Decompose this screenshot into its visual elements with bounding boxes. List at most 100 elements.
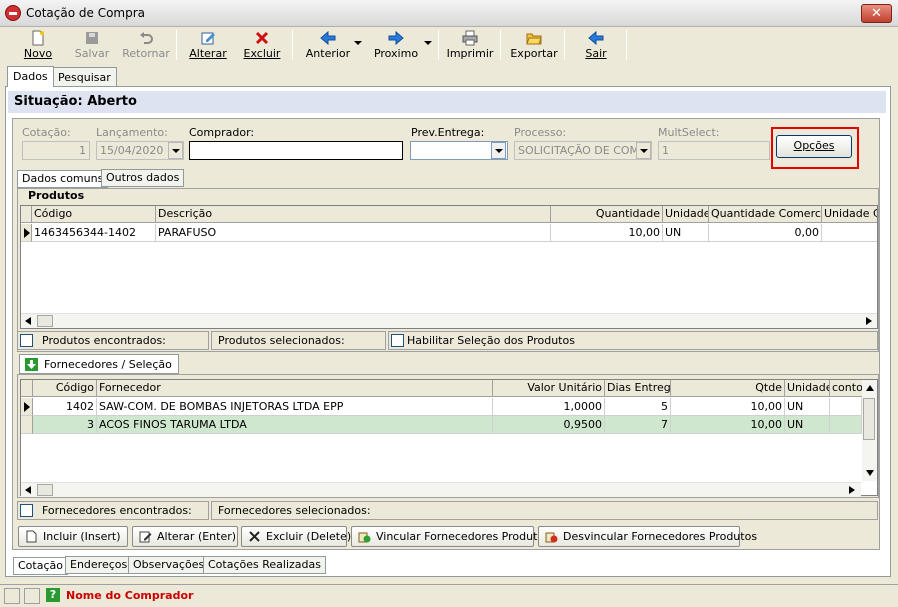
tab-observacoes[interactable]: Observações xyxy=(128,556,210,574)
proximo-dropdown-icon[interactable] xyxy=(424,41,432,45)
table-cell[interactable]: 3 xyxy=(33,416,97,434)
excluir-button[interactable]: Excluir xyxy=(236,28,288,64)
table-cell[interactable]: 1463456344-1402 xyxy=(32,224,156,242)
retornar-button[interactable]: Retornar xyxy=(120,28,172,64)
table-cell[interactable] xyxy=(822,224,877,242)
exportar-label: Exportar xyxy=(510,47,558,60)
tab-cotacoes-realizadas[interactable]: Cotações Realizadas xyxy=(203,556,326,574)
table-cell[interactable]: UN xyxy=(663,224,709,242)
anterior-button[interactable]: Anterior xyxy=(298,28,358,64)
multselect-field[interactable]: 1 xyxy=(658,141,770,160)
col-unidade[interactable]: Unidade xyxy=(785,380,830,397)
table-cell[interactable]: 1,0000 xyxy=(493,398,605,416)
table-cell[interactable]: 5 xyxy=(605,398,671,416)
produtos-title: Produtos xyxy=(28,189,85,202)
proximo-button[interactable]: Proximo xyxy=(366,28,426,64)
tab-fornecedores[interactable]: Fornecedores / Seleção xyxy=(19,354,179,374)
row-indicator xyxy=(21,224,32,242)
scroll-left-icon[interactable] xyxy=(25,317,31,325)
arrow-right-icon xyxy=(388,30,404,46)
table-cell[interactable]: 1402 xyxy=(33,398,97,416)
habilitar-selecao-checkbox[interactable] xyxy=(391,334,404,347)
fornecedores-hscrollbar[interactable] xyxy=(21,482,861,497)
table-cell[interactable]: 10,00 xyxy=(671,416,785,434)
exportar-button[interactable]: Exportar xyxy=(506,28,562,64)
col-codigo[interactable]: Código xyxy=(32,206,156,223)
multselect-label: MultSelect: xyxy=(658,126,720,139)
col-valor-unitario[interactable]: Valor Unitário xyxy=(493,380,605,397)
excluir-action-button[interactable]: Excluir (Delete) xyxy=(241,526,351,547)
col-unidade[interactable]: Unidade xyxy=(663,206,709,223)
tab-dados-comuns[interactable]: Dados comuns xyxy=(17,170,109,188)
scroll-right-icon[interactable] xyxy=(849,486,855,494)
table-cell[interactable] xyxy=(830,398,862,416)
sair-button[interactable]: Sair xyxy=(570,28,622,64)
salvar-button[interactable]: Salvar xyxy=(66,28,118,64)
lancamento-label: Lançamento: xyxy=(96,126,168,139)
arrow-left-icon xyxy=(320,30,336,46)
col-unidade-co[interactable]: Unidade Co xyxy=(822,206,877,223)
fornecedores-vscrollbar[interactable] xyxy=(862,380,877,481)
row-indicator xyxy=(21,398,33,416)
table-cell[interactable]: 0,00 xyxy=(709,224,822,242)
novo-button[interactable]: Novo xyxy=(12,28,64,64)
col-fornecedor[interactable]: Fornecedor xyxy=(97,380,493,397)
scroll-thumb[interactable] xyxy=(37,484,53,496)
produtos-hscrollbar[interactable] xyxy=(21,313,877,328)
comprador-input[interactable] xyxy=(189,141,403,160)
current-row-icon xyxy=(24,228,30,238)
table-cell[interactable]: SAW-COM. DE BOMBAS INJETORAS LTDA EPP xyxy=(97,398,493,416)
table-cell[interactable]: 10,00 xyxy=(671,398,785,416)
table-cell[interactable]: 7 xyxy=(605,416,671,434)
table-cell[interactable]: PARAFUSO xyxy=(156,224,551,242)
excluir-action-label: Excluir (Delete) xyxy=(266,530,352,543)
col-codigo[interactable]: Código xyxy=(33,380,97,397)
scroll-down-icon[interactable] xyxy=(866,470,874,476)
prev-entrega-dropdown-icon[interactable] xyxy=(491,142,506,159)
exit-arrow-icon xyxy=(588,30,604,46)
close-button[interactable]: ✕ xyxy=(861,4,892,23)
alterar-button[interactable]: Alterar xyxy=(182,28,234,64)
alterar-action-button[interactable]: Alterar (Enter) xyxy=(132,526,238,547)
new-document-icon xyxy=(32,30,44,46)
scroll-left-icon[interactable] xyxy=(25,486,31,494)
printer-icon xyxy=(462,30,478,46)
incluir-button[interactable]: Incluir (Insert) xyxy=(18,526,128,547)
tab-pesquisar[interactable]: Pesquisar xyxy=(52,67,117,87)
scroll-up-icon[interactable] xyxy=(866,385,874,391)
status-panel xyxy=(24,588,40,604)
tab-outros-dados[interactable]: Outros dados xyxy=(101,169,185,187)
col-qtde[interactable]: Qtde xyxy=(671,380,785,397)
table-cell[interactable]: ACOS FINOS TARUMA LTDA xyxy=(97,416,493,434)
highlight-box xyxy=(771,127,859,169)
tab-dados[interactable]: Dados xyxy=(7,66,54,87)
desvincular-button[interactable]: Desvincular Fornecedores Produtos xyxy=(538,526,757,547)
vincular-button[interactable]: Vincular Fornecedores Produtos xyxy=(351,526,550,547)
processo-dropdown-icon[interactable] xyxy=(636,142,651,159)
new-document-icon xyxy=(26,530,37,543)
table-cell[interactable] xyxy=(830,416,862,434)
table-cell[interactable]: 10,00 xyxy=(551,224,663,242)
table-cell[interactable]: UN xyxy=(785,398,830,416)
proximo-label: Proximo xyxy=(373,47,419,60)
table-cell[interactable]: 0,9500 xyxy=(493,416,605,434)
col-quantidade[interactable]: Quantidade xyxy=(551,206,663,223)
undo-icon xyxy=(140,32,153,44)
scroll-thumb[interactable] xyxy=(37,315,53,327)
tab-enderecos[interactable]: Endereços xyxy=(65,556,133,574)
lancamento-dropdown-icon[interactable] xyxy=(168,142,183,159)
anterior-dropdown-icon[interactable] xyxy=(354,41,362,45)
fornecedores-encontrados-checkbox[interactable] xyxy=(20,504,33,517)
produtos-encontrados-checkbox[interactable] xyxy=(20,334,33,347)
processo-field[interactable]: SOLICITAÇÃO DE COM xyxy=(514,141,652,160)
table-cell[interactable]: UN xyxy=(785,416,830,434)
col-descricao[interactable]: Descrição xyxy=(156,206,551,223)
cotacao-field[interactable]: 1 xyxy=(22,141,90,160)
scroll-thumb[interactable] xyxy=(863,398,875,440)
novo-label: Novo xyxy=(23,47,53,60)
scroll-right-icon[interactable] xyxy=(866,317,872,325)
col-quantidade-comercial[interactable]: Quantidade Comercial xyxy=(709,206,822,223)
col-dias-entrega[interactable]: Dias Entrega xyxy=(605,380,671,397)
tab-cotacao[interactable]: Cotação xyxy=(13,557,68,575)
imprimir-button[interactable]: Imprimir xyxy=(444,28,496,64)
